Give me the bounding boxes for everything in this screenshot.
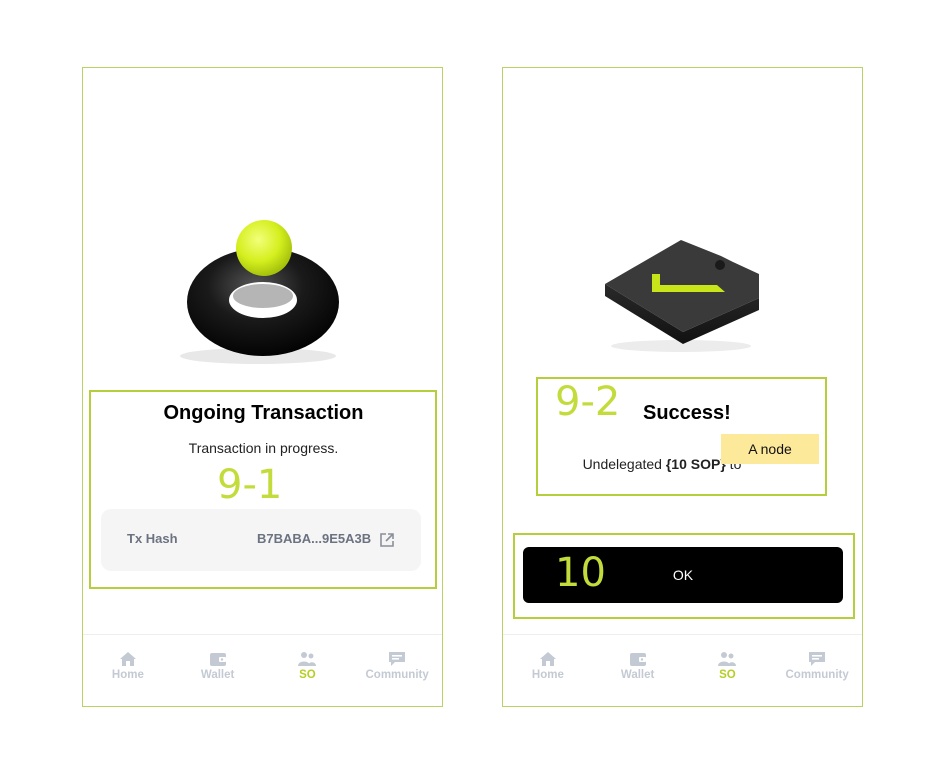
tx-hash-card: Tx Hash B7BABA...9E5A3B — [101, 509, 421, 571]
bottom-tab-bar: Home Wallet SO Community — [503, 634, 862, 706]
page-title: Success! — [643, 402, 731, 424]
users-icon — [718, 652, 737, 666]
chat-icon — [809, 652, 826, 666]
ongoing-transaction-screen: Ongoing Transaction Transaction in progr… — [82, 67, 443, 707]
wallet-icon — [209, 653, 226, 666]
tab-so[interactable]: SO — [683, 635, 773, 706]
message-prefix: Undelegated — [582, 456, 666, 472]
step-label: 9-2 — [555, 379, 621, 425]
tab-label: SO — [719, 669, 736, 681]
tab-wallet[interactable]: Wallet — [173, 635, 263, 706]
donut-ball-illustration — [180, 220, 339, 364]
home-icon — [119, 652, 136, 666]
tab-so[interactable]: SO — [263, 635, 353, 706]
chat-icon — [389, 652, 406, 666]
external-link-icon[interactable] — [378, 531, 396, 549]
tab-label: SO — [299, 669, 316, 681]
tab-label: Wallet — [620, 669, 655, 681]
success-message: Undelegated {10 SOP} to — [567, 440, 742, 488]
tab-community[interactable]: Community — [352, 635, 442, 706]
tx-hash-value[interactable]: B7BABA...9E5A3B — [257, 531, 371, 546]
step-label: 9-1 — [217, 462, 283, 508]
success-screen: 9-2 Success! Undelegated {10 SOP} to A n… — [502, 67, 863, 707]
users-icon — [298, 652, 317, 666]
status-text: Transaction in progress. — [188, 440, 339, 456]
tab-label: Wallet — [200, 669, 235, 681]
tab-community[interactable]: Community — [772, 635, 862, 706]
bottom-tab-bar: Home Wallet SO Community — [83, 634, 442, 706]
tab-wallet[interactable]: Wallet — [593, 635, 683, 706]
tab-label: Community — [785, 669, 849, 681]
tab-label: Home — [111, 669, 144, 681]
home-icon — [539, 652, 556, 666]
wallet-icon — [629, 653, 646, 666]
node-name-chip: A node — [721, 434, 819, 464]
tab-home[interactable]: Home — [83, 635, 173, 706]
tx-hash-label: Tx Hash — [127, 531, 178, 546]
page-title: Ongoing Transaction — [163, 402, 364, 424]
tag-illustration — [605, 240, 759, 352]
tab-home[interactable]: Home — [503, 635, 593, 706]
tab-label: Home — [531, 669, 564, 681]
step-label: 10 — [555, 550, 606, 596]
tab-label: Community — [365, 669, 429, 681]
amount: {10 SOP} — [665, 456, 726, 472]
